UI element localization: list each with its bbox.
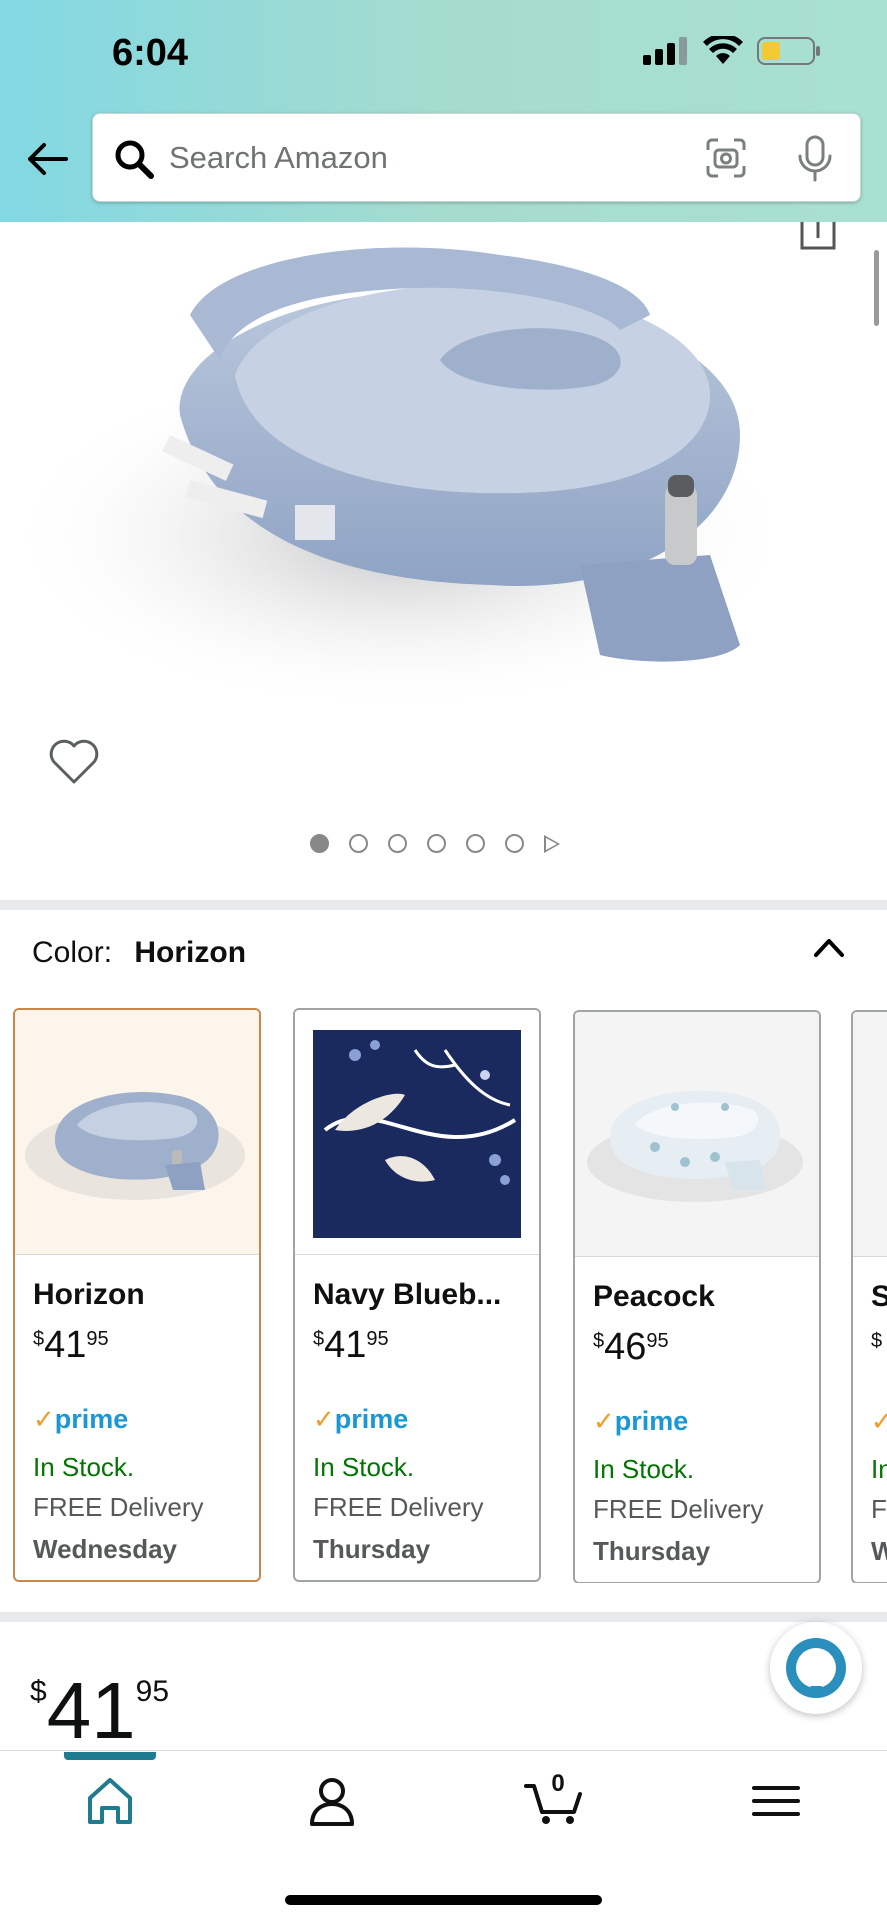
price-whole: 41 [44,1324,87,1366]
stock-status: In Stock. [593,1454,695,1484]
carousel-dot[interactable] [505,834,524,853]
prime-check-icon: ✓ [33,1404,55,1434]
price-whole: 46 [604,1326,647,1368]
stock-status: In [871,1454,887,1484]
delivery-info: FREE Delivery [33,1492,204,1522]
microphone-icon[interactable] [795,134,835,182]
selected-color: Horizon [134,936,247,969]
color-swatches: Horizon $4195 ✓prime In Stock. FREE Deli… [13,1008,887,1583]
prime-badge: ✓prime [33,1404,128,1435]
account-icon[interactable] [304,1776,360,1826]
price-fraction: 95 [135,1675,170,1708]
prime-badge: ✓prime [313,1404,408,1435]
carousel-dot[interactable] [349,834,368,853]
cart-count: 0 [551,1770,565,1797]
chevron-up-icon[interactable] [812,935,846,959]
swatch-price: $ [871,1326,882,1369]
swatch-name: S [871,1280,887,1314]
prime-check-icon: ✓ [593,1406,615,1436]
prime-label: prime [614,1406,689,1436]
back-arrow-icon[interactable] [24,136,70,182]
prime-badge: ✓ [871,1406,887,1437]
currency-symbol: $ [313,1328,325,1350]
currency-symbol: $ [33,1328,45,1350]
swatch-name: Peacock [593,1280,715,1313]
swatch-image [575,1012,819,1257]
camera-scan-icon[interactable] [704,136,748,180]
price-fraction: 95 [646,1330,669,1352]
color-option-partial[interactable]: S $ ✓ In F W [851,1010,887,1583]
color-selector-header: Color: Horizon [32,936,246,970]
color-option-horizon[interactable]: Horizon $4195 ✓prime In Stock. FREE Deli… [13,1008,261,1582]
swatch-image [853,1012,887,1257]
prime-check-icon: ✓ [871,1406,887,1436]
price-whole: 41 [46,1666,136,1755]
scrollbar[interactable] [874,250,879,326]
delivery-info: FREE Delivery [313,1492,484,1522]
swatch-price: $4195 [33,1324,109,1367]
delivery-info: FREE Delivery [593,1494,764,1524]
prime-label: prime [54,1404,129,1434]
color-label: Color: [32,936,113,969]
carousel-dot[interactable] [388,834,407,853]
delivery-day: Thursday [593,1536,711,1566]
alexa-button[interactable] [770,1622,862,1714]
video-play-icon[interactable] [544,834,560,853]
section-divider [0,1612,887,1622]
status-icons [643,36,821,66]
product-price: $4195 [30,1665,169,1757]
section-divider [0,900,887,910]
delivery-day: W [871,1536,887,1567]
color-option-navy-blueberry[interactable]: Navy Blueb... $4195 ✓prime In Stock. FRE… [293,1008,541,1582]
carousel-dot[interactable] [466,834,485,853]
currency-symbol: $ [593,1330,605,1352]
menu-icon[interactable] [748,1776,804,1826]
swatch-price: $4695 [593,1326,669,1369]
home-icon[interactable] [82,1776,138,1826]
prime-badge: ✓prime [593,1406,688,1437]
price-fraction: 95 [366,1328,389,1350]
wifi-icon [703,36,743,64]
price-fraction: 95 [86,1328,109,1350]
search-bar[interactable] [92,113,861,202]
image-carousel-dots[interactable] [310,834,560,853]
delivery-info: F [871,1494,887,1524]
signal-icon [643,37,687,65]
stock-status: In Stock. [33,1452,135,1482]
delivery-day: Wednesday [33,1534,178,1564]
favorite-heart-icon[interactable] [48,738,100,786]
battery-icon [757,37,820,65]
swatch-image [295,1010,539,1255]
currency-symbol: $ [871,1330,883,1352]
stock-status: In Stock. [313,1452,415,1482]
app-header: 6:04 [0,0,887,222]
swatch-name: Navy Blueb... [313,1278,502,1311]
price-whole: 41 [324,1324,367,1366]
swatch-image [15,1010,259,1255]
active-tab-indicator [64,1752,156,1760]
status-time: 6:04 [112,32,189,74]
color-option-peacock[interactable]: Peacock $4695 ✓prime In Stock. FREE Deli… [573,1010,821,1583]
home-indicator [285,1895,602,1905]
prime-check-icon: ✓ [313,1404,335,1434]
delivery-day: Thursday [313,1534,431,1564]
alexa-icon [786,1638,846,1698]
search-input[interactable] [169,114,689,201]
swatch-name: Horizon [33,1278,145,1311]
carousel-dot[interactable] [310,834,329,853]
swatch-price: $4195 [313,1324,389,1367]
carousel-dot[interactable] [427,834,446,853]
product-image[interactable] [20,235,865,730]
search-icon [115,140,154,179]
currency-symbol: $ [30,1675,47,1708]
prime-label: prime [334,1404,409,1434]
